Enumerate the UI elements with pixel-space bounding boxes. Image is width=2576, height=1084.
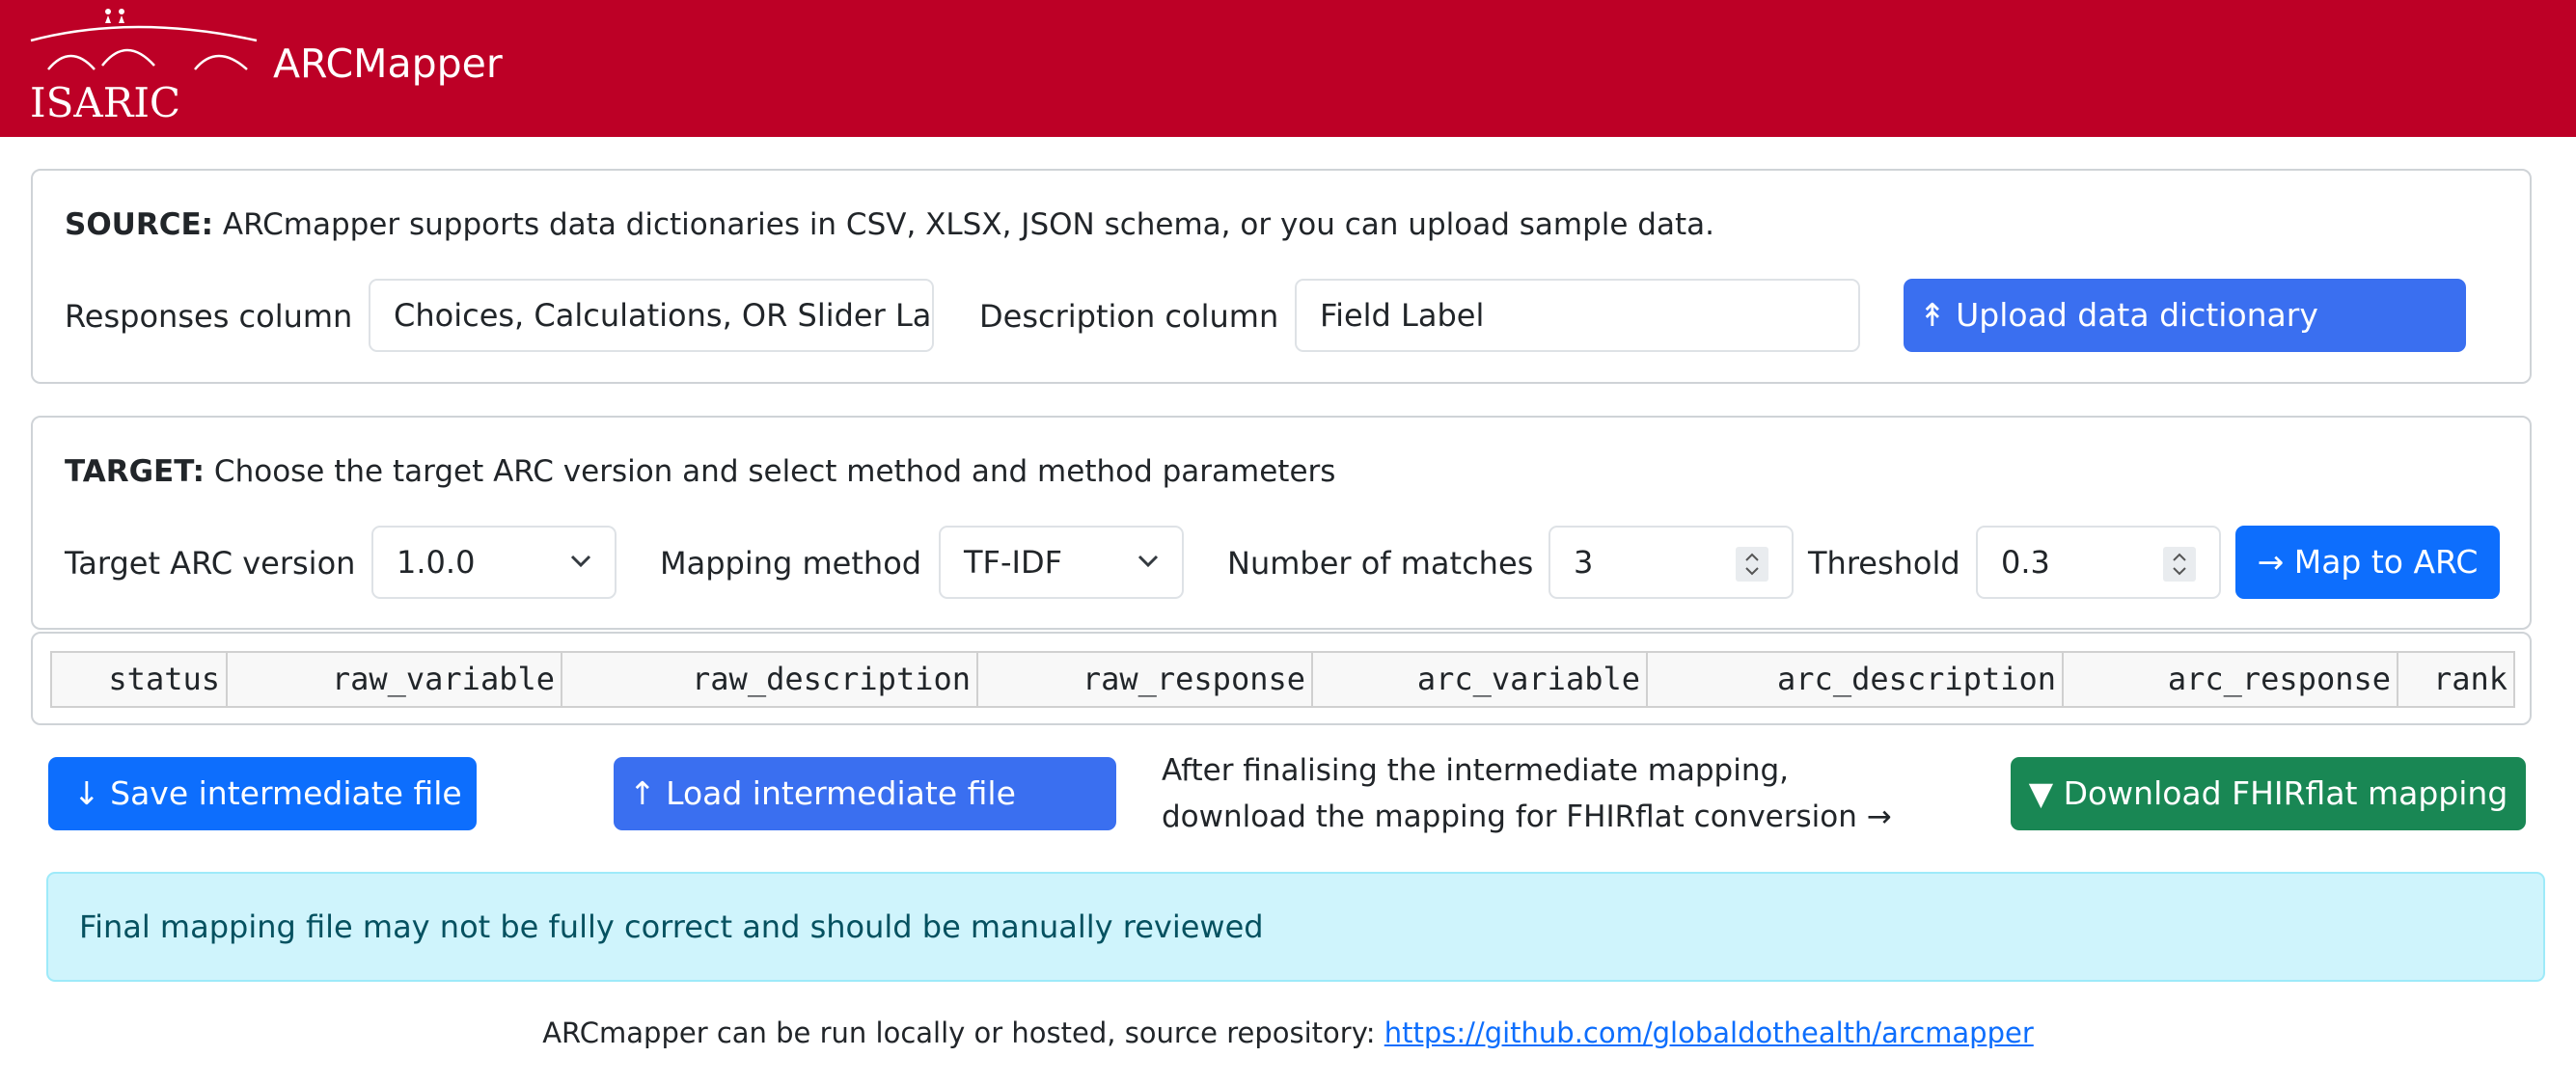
threshold-value: 0.3 — [2001, 544, 2050, 581]
target-arc-version-select[interactable]: 1.0.0 — [371, 526, 617, 599]
target-heading: TARGET: Choose the target ARC version an… — [65, 454, 1335, 489]
responses-column-label: Responses column — [65, 298, 353, 335]
target-arc-version-value: 1.0.0 — [397, 544, 476, 581]
download-fhirflat-mapping-button[interactable]: ▼ Download FHIRflat mapping — [2011, 757, 2526, 830]
target-arc-version-label: Target ARC version — [65, 545, 356, 582]
column-header-status[interactable]: status — [52, 653, 228, 706]
mapping-method-select[interactable]: TF-IDF — [939, 526, 1184, 599]
responses-column-input[interactable]: Choices, Calculations, OR Slider Labels — [369, 279, 934, 352]
chevron-down-icon — [570, 555, 591, 568]
column-header-arc-description[interactable]: arc_description — [1648, 653, 2064, 706]
number-of-matches-value: 3 — [1574, 544, 1594, 581]
column-header-arc-response[interactable]: arc_response — [2064, 653, 2398, 706]
source-heading-label: SOURCE: — [65, 207, 214, 242]
navbar: ISARIC ARCMapper — [0, 0, 2576, 137]
threshold-stepper-icon[interactable] — [2163, 547, 2196, 582]
column-header-raw-response[interactable]: raw_response — [978, 653, 1313, 706]
target-heading-text: Choose the target ARC version and select… — [205, 454, 1336, 489]
threshold-label: Threshold — [1808, 545, 1960, 582]
target-heading-label: TARGET: — [65, 454, 206, 489]
source-heading: SOURCE: ARCmapper supports data dictiona… — [65, 207, 1714, 242]
target-card: TARGET: Choose the target ARC version an… — [31, 416, 2532, 630]
review-warning-alert: Final mapping file may not be fully corr… — [46, 872, 2545, 982]
mapping-method-value: TF-IDF — [964, 544, 1062, 581]
threshold-input[interactable]: 0.3 — [1976, 526, 2221, 599]
download-note-line1: After finalising the intermediate mappin… — [1162, 753, 1790, 788]
chevron-down-icon — [1137, 555, 1159, 568]
mapping-method-label: Mapping method — [660, 545, 922, 582]
number-of-matches-input[interactable]: 3 — [1548, 526, 1794, 599]
number-of-matches-label: Number of matches — [1227, 545, 1534, 582]
description-column-label: Description column — [979, 298, 1279, 335]
footer-text: ARCmapper can be run locally or hosted, … — [542, 1016, 1384, 1049]
mapping-table-header: status raw_variable raw_description raw_… — [50, 651, 2515, 708]
source-heading-text: ARCmapper supports data dictionaries in … — [213, 207, 1714, 242]
download-note-line2: download the mapping for FHIRflat conver… — [1162, 799, 1892, 834]
load-intermediate-file-button[interactable]: ↑ Load intermediate file — [614, 757, 1116, 830]
column-header-raw-variable[interactable]: raw_variable — [228, 653, 562, 706]
column-header-rank[interactable]: rank — [2398, 653, 2513, 706]
map-to-arc-button[interactable]: → Map to ARC — [2235, 526, 2500, 599]
matches-stepper-icon[interactable] — [1736, 547, 1768, 582]
source-repository-link[interactable]: https://github.com/globaldothealth/arcma… — [1384, 1016, 2034, 1049]
logo-text: ISARIC — [30, 79, 181, 126]
spinner-arrows-icon — [2173, 553, 2186, 576]
app-title: ARCMapper — [273, 41, 503, 87]
footer: ARCmapper can be run locally or hosted, … — [0, 1016, 2576, 1049]
column-header-raw-description[interactable]: raw_description — [562, 653, 978, 706]
description-column-input[interactable]: Field Label — [1295, 279, 1860, 352]
upload-data-dictionary-button[interactable]: ↟ Upload data dictionary — [1904, 279, 2466, 352]
save-intermediate-file-button[interactable]: ↓ Save intermediate file — [48, 757, 477, 830]
column-header-arc-variable[interactable]: arc_variable — [1313, 653, 1648, 706]
mapping-table-card: status raw_variable raw_description raw_… — [31, 632, 2532, 725]
source-card: SOURCE: ARCmapper supports data dictiona… — [31, 169, 2532, 384]
download-note: After finalising the intermediate mappin… — [1162, 747, 1892, 840]
spinner-arrows-icon — [1745, 553, 1759, 576]
